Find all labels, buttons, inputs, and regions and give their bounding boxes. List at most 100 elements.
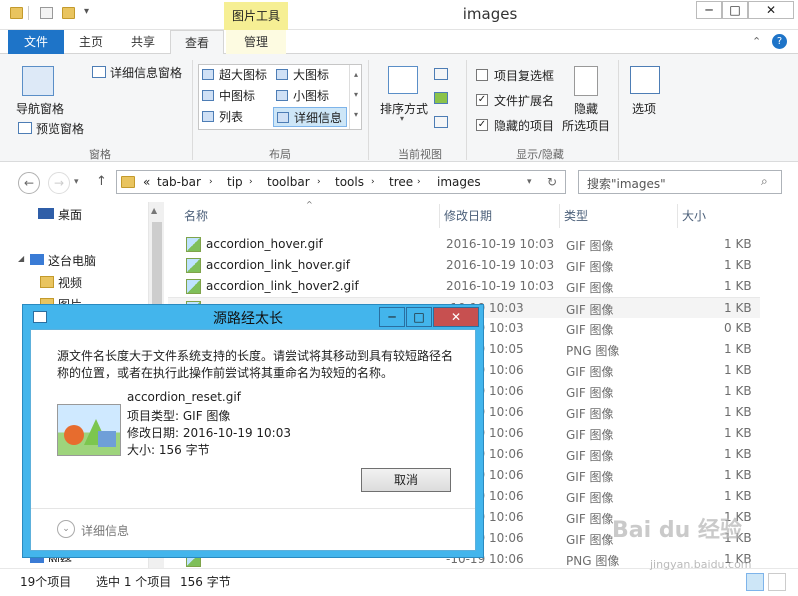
breadcrumb-tab-bar[interactable]: tab-bar [157,175,201,189]
more-details-link[interactable]: 详细信息 [81,522,129,539]
breadcrumb-images[interactable]: images [437,175,481,189]
chevron-down-icon[interactable]: ◢ [18,254,24,263]
details-pane-button[interactable]: 详细信息窗格 [110,64,182,81]
forward-button[interactable]: → [48,172,70,194]
videos-icon [40,276,54,288]
picture-tools-context-tab: 图片工具 [224,2,288,30]
image-file-icon [186,279,201,294]
layout-label: 大图标 [293,68,330,82]
navigation-pane-button[interactable]: 导航窗格 [16,100,64,117]
file-size: 1 KB [724,279,752,293]
nav-item-desktop[interactable]: 桌面 [58,206,82,223]
divider [28,6,29,20]
new-folder-icon[interactable] [62,7,75,19]
image-file-icon [186,237,201,252]
tab-manage[interactable]: 管理 [226,30,286,54]
table-row[interactable]: accordion_hover.gif 2016-10-19 10:03 GIF 图… [168,234,760,255]
hide-selected-label-1[interactable]: 隐藏 [574,100,598,117]
hide-selected-label-2[interactable]: 所选项目 [562,117,610,134]
details-icon [277,112,289,123]
dialog-maximize-button[interactable]: □ [406,307,432,327]
chevron-right-icon[interactable]: › [209,177,213,187]
column-header-size[interactable]: 大小 [678,204,758,228]
table-row[interactable]: accordion_link_hover.gif 2016-10-19 10:03… [168,255,760,276]
list-icon [202,111,214,122]
group-by-icon[interactable] [434,68,448,80]
close-button[interactable]: ✕ [748,1,794,19]
chevron-right-icon[interactable]: › [371,177,375,187]
layout-label: 列表 [219,110,244,124]
customize-quick-access-icon[interactable]: ▾ [84,6,89,17]
chevron-right-icon[interactable]: › [249,177,253,187]
options-button[interactable]: 选项 [632,100,656,117]
column-header-type[interactable]: 类型 [560,204,678,228]
layout-list[interactable]: 列表 [199,107,273,127]
back-button[interactable]: ← [18,172,40,194]
table-row[interactable]: accordion_link_hover2.gif 2016-10-19 10:0… [168,276,760,297]
file-extensions-checkbox[interactable]: ✓ [476,94,488,106]
breadcrumb-prefix[interactable]: « [143,175,150,189]
layout-large-icons[interactable]: 大图标 [273,65,347,85]
dialog-message: 源文件名长度大于文件系统支持的长度。请尝试将其移动到具有较短路径名称的位置，或者… [57,349,454,380]
properties-icon[interactable] [40,7,53,19]
chevron-right-icon[interactable]: › [317,177,321,187]
breadcrumb-toolbar[interactable]: toolbar [267,175,310,189]
dialog-app-icon [33,311,47,323]
thumbnail-cube [98,431,116,447]
add-columns-icon[interactable] [434,92,448,104]
tab-view[interactable]: 查看 [170,30,224,55]
search-icon[interactable]: ⌕ [761,174,768,189]
up-button[interactable]: ↑ [96,174,107,189]
dialog-minimize-button[interactable]: ─ [379,307,405,327]
recent-locations-icon[interactable]: ▾ [74,177,79,187]
item-checkboxes-checkbox[interactable] [476,69,488,81]
file-name: accordion_link_hover2.gif [206,279,359,293]
cancel-button[interactable]: 取消 [361,468,451,492]
nav-item-videos[interactable]: 视频 [58,274,82,291]
size-columns-icon[interactable] [434,116,448,128]
file-size: 1 KB [724,468,752,482]
minimize-button[interactable]: ─ [696,1,722,19]
file-scrollbar[interactable] [760,228,776,568]
refresh-icon[interactable]: ↻ [547,175,557,189]
layout-scroll[interactable]: ▴ ▾ ▾ [349,65,362,129]
collapse-ribbon-icon[interactable]: ⌃ [752,35,761,48]
hidden-items-checkbox[interactable]: ✓ [476,119,488,131]
nav-item-pictures[interactable]: 图片 [58,296,82,304]
nav-item-this-pc[interactable]: 这台电脑 [48,252,96,269]
details-view-icon[interactable] [746,573,764,591]
search-input[interactable]: 搜索"images" ⌕ [578,170,782,194]
scroll-up-icon[interactable]: ▲ [151,206,157,215]
address-bar[interactable]: « tab-bar › tip › toolbar › tools › tree… [116,170,566,194]
layout-small-icons[interactable]: 小图标 [273,86,347,106]
window-title: images [462,5,518,23]
maximize-button[interactable]: □ [722,1,748,19]
file-type: PNG 图像 [566,554,620,568]
tab-file[interactable]: 文件 [8,30,64,54]
preview-pane-button[interactable]: 预览窗格 [36,120,84,137]
breadcrumb-tools[interactable]: tools [335,175,364,189]
file-name: accordion_link_hover.gif [206,258,350,272]
layout-medium-icons[interactable]: 中图标 [199,86,273,106]
extra-large-icons-icon [202,69,214,80]
help-icon[interactable]: ? [772,34,787,49]
file-date: 2016-10-19 10:03 [446,279,555,293]
chevron-right-icon[interactable]: › [417,177,421,187]
chevron-down-icon[interactable]: ▾ [527,177,532,187]
breadcrumb-tree[interactable]: tree [389,175,413,189]
chevron-down-icon: ▾ [400,114,405,123]
divider [192,60,193,160]
tab-home[interactable]: 主页 [66,30,116,54]
dialog-close-button[interactable]: ✕ [433,307,479,327]
column-header-date[interactable]: 修改日期 [440,204,560,228]
file-size: 1 KB [724,489,752,503]
navigation-pane-icon [22,66,54,96]
tab-share[interactable]: 共享 [118,30,168,54]
expand-details-icon[interactable]: ⌄ [57,520,75,538]
large-icons-view-icon[interactable] [768,573,786,591]
status-bar: 19个项目 选中 1 个项目 156 字节 [0,568,798,596]
breadcrumb-tip[interactable]: tip [227,175,243,189]
layout-extra-large-icons[interactable]: 超大图标 [199,65,273,85]
dialog-title-bar[interactable]: 源路经太长 ─ □ ✕ [23,305,483,329]
layout-details[interactable]: 详细信息 [273,107,347,127]
